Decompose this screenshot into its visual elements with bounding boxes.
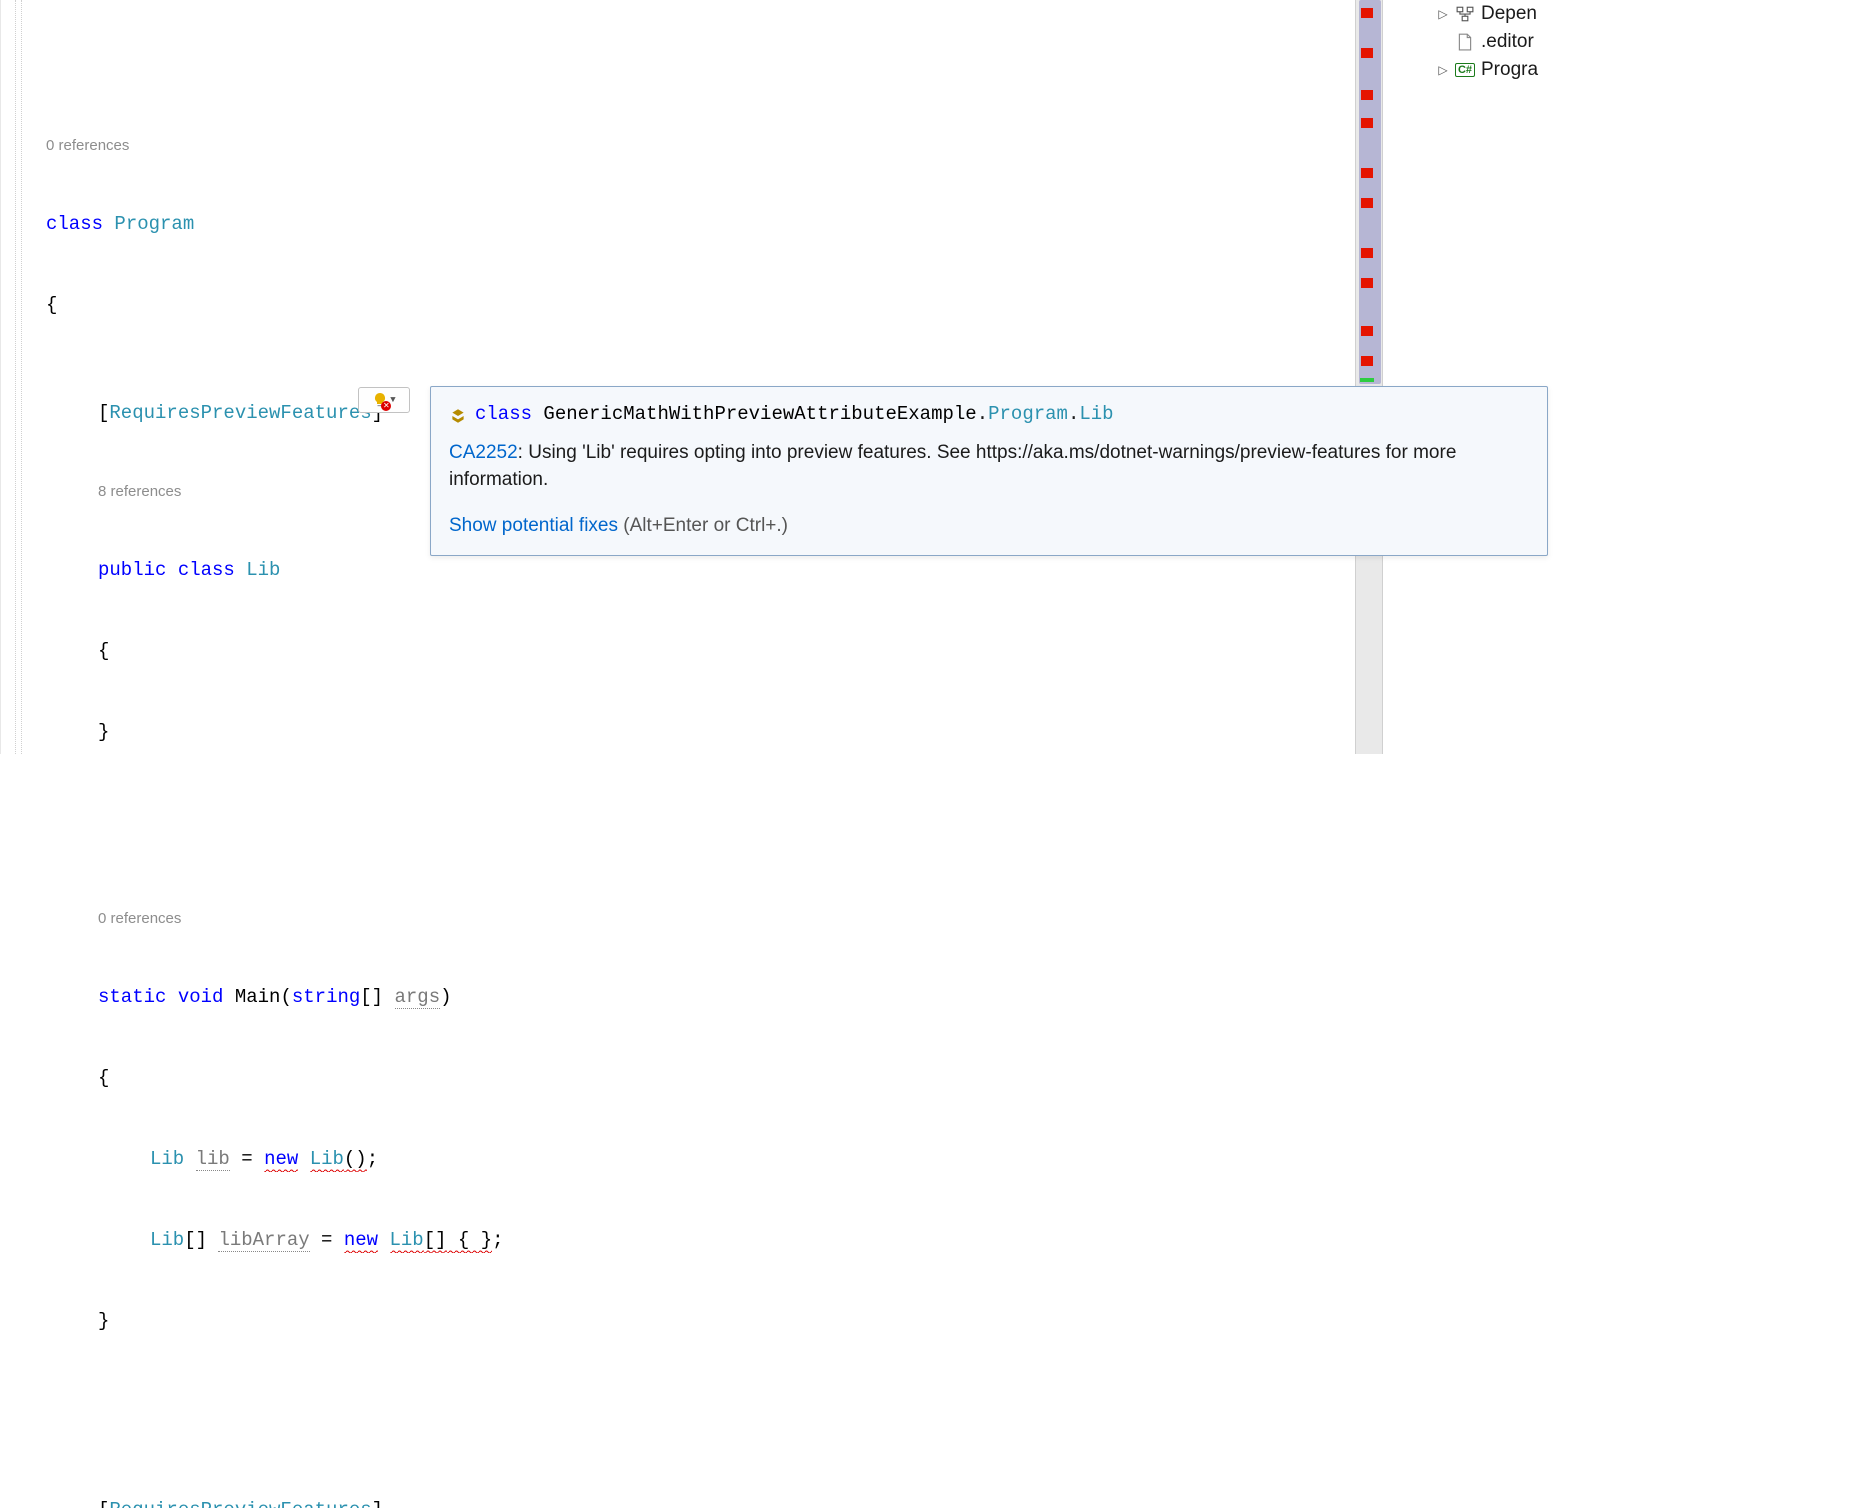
quickinfo-tooltip: class GenericMathWithPreviewAttributeExa… bbox=[430, 386, 1548, 556]
csharp-file-icon: C# bbox=[1455, 60, 1475, 80]
class-icon bbox=[449, 406, 467, 424]
code-line[interactable]: Lib lib = new Lib(); bbox=[0, 1146, 1355, 1173]
error-marker[interactable] bbox=[1361, 248, 1373, 258]
code-line[interactable]: Lib[] libArray = new Lib[] { }; bbox=[0, 1227, 1355, 1254]
expand-icon[interactable]: ▷ bbox=[1437, 63, 1449, 77]
dependencies-icon bbox=[1455, 4, 1475, 24]
code-editor[interactable]: 0 references class Program { [RequiresPr… bbox=[0, 0, 1355, 754]
code-line[interactable]: { bbox=[0, 1065, 1355, 1092]
code-line[interactable]: public class Lib bbox=[0, 557, 1355, 584]
quick-actions-button[interactable]: ✕ ▼ bbox=[358, 387, 410, 413]
error-marker[interactable] bbox=[1361, 8, 1373, 18]
code-line[interactable]: static void Main(string[] args) bbox=[0, 984, 1355, 1011]
codelens-refs[interactable]: 0 references bbox=[0, 908, 1355, 930]
error-marker[interactable] bbox=[1361, 118, 1373, 128]
code-line[interactable] bbox=[0, 800, 1355, 827]
code-line[interactable]: class Program bbox=[0, 211, 1355, 238]
code-line[interactable]: [RequiresPreviewFeatures] bbox=[0, 1497, 1355, 1508]
lightbulb-error-icon: ✕ bbox=[372, 392, 388, 408]
error-marker[interactable] bbox=[1361, 48, 1373, 58]
code-line[interactable]: { bbox=[0, 292, 1355, 319]
error-marker[interactable] bbox=[1361, 198, 1373, 208]
expand-icon[interactable]: ▷ bbox=[1437, 7, 1449, 21]
code-line[interactable]: } bbox=[0, 719, 1355, 746]
solution-item[interactable]: ▷ Depen bbox=[1419, 0, 1850, 28]
diagnostic-code: CA2252 bbox=[449, 442, 518, 463]
chevron-down-icon: ▼ bbox=[390, 395, 395, 405]
solution-item[interactable]: ▷ C# Progra bbox=[1419, 56, 1850, 84]
tooltip-message: CA2252: Using 'Lib' requires opting into… bbox=[449, 439, 1529, 494]
shortcut-hint: (Alt+Enter or Ctrl+.) bbox=[618, 515, 788, 536]
editor-splitter[interactable] bbox=[1383, 0, 1419, 754]
file-icon bbox=[1455, 32, 1475, 52]
error-marker[interactable] bbox=[1361, 90, 1373, 100]
overview-ruler[interactable] bbox=[1355, 0, 1383, 754]
code-line[interactable] bbox=[0, 1389, 1355, 1416]
code-line[interactable]: { bbox=[0, 638, 1355, 665]
solution-item-label: Progra bbox=[1481, 59, 1538, 81]
codelens-refs[interactable]: 0 references bbox=[0, 135, 1355, 157]
code-line[interactable]: } bbox=[0, 1308, 1355, 1335]
solution-item-label: .editor bbox=[1481, 31, 1534, 53]
error-marker[interactable] bbox=[1361, 168, 1373, 178]
solution-item-label: Depen bbox=[1481, 3, 1537, 25]
error-marker[interactable] bbox=[1361, 356, 1373, 366]
show-fixes-link[interactable]: Show potential fixes bbox=[449, 515, 618, 536]
error-marker[interactable] bbox=[1361, 278, 1373, 288]
error-marker[interactable] bbox=[1361, 326, 1373, 336]
tooltip-class-path: class GenericMathWithPreviewAttributeExa… bbox=[475, 401, 1114, 429]
solution-item[interactable]: .editor bbox=[1419, 28, 1850, 56]
solution-explorer[interactable]: ▷ Depen .editor ▷ C# Progra bbox=[1419, 0, 1850, 754]
caret-marker bbox=[1360, 378, 1374, 382]
